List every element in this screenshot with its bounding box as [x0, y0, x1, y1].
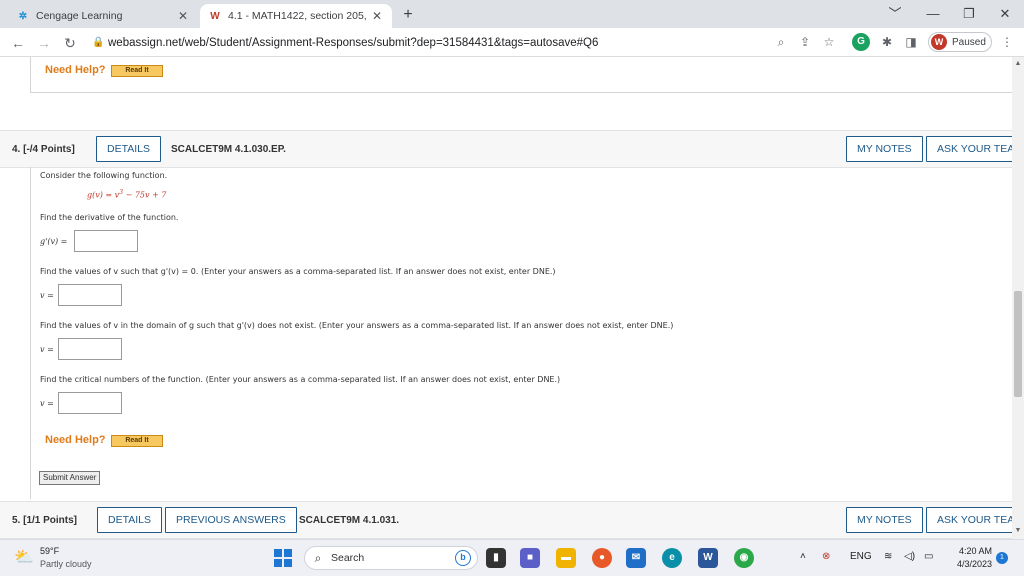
weather-temperature[interactable]: 59°F	[40, 546, 59, 556]
read-it-button[interactable]: Read It	[111, 65, 163, 77]
part4-instructions: Find the critical numbers of the functio…	[40, 375, 561, 384]
derivative-input[interactable]	[74, 230, 138, 252]
bing-icon[interactable]: b	[455, 550, 471, 566]
derivative-label: g'(v) =	[40, 237, 68, 246]
search-placeholder: Search	[331, 552, 365, 564]
part2-label: v =	[40, 291, 54, 300]
bookmark-star-icon[interactable]: ☆	[820, 33, 838, 51]
submit-answer-button[interactable]: Submit Answer	[39, 471, 101, 485]
close-icon[interactable]: ✕	[176, 9, 190, 23]
lock-icon: 🔒	[92, 37, 105, 48]
part3-label: v =	[40, 345, 54, 354]
tab-title: 4.1 - MATH1422, section 205, Sp	[228, 10, 370, 22]
browser-tab-strip: ✲ Cengage Learning ✕ W 4.1 - MATH1422, s…	[0, 0, 1024, 28]
extensions-icon[interactable]: ✱	[878, 33, 896, 51]
reload-icon[interactable]: ↻	[60, 33, 80, 53]
firefox-icon[interactable]: ●	[592, 548, 612, 568]
my-notes-button[interactable]: MY NOTES	[846, 507, 923, 533]
browser-toolbar: ← → ↻ 🔒 webassign.net/web/Student/Assign…	[0, 28, 1024, 57]
my-notes-button[interactable]: MY NOTES	[846, 136, 923, 162]
tab-title: Cengage Learning	[36, 10, 123, 22]
prompt-text: Consider the following function.	[40, 171, 168, 180]
need-help-label: Need Help?	[45, 64, 106, 76]
url-text: webassign.net/web/Student/Assignment-Res…	[108, 36, 599, 49]
details-button[interactable]: DETAILS	[97, 507, 162, 533]
volume-icon[interactable]: ◁)	[904, 551, 915, 562]
scroll-up-icon[interactable]: ▲	[1014, 60, 1022, 67]
scroll-thumb[interactable]	[1014, 291, 1022, 397]
find-derivative-text: Find the derivative of the function.	[40, 213, 179, 222]
task-view-icon[interactable]: ▮	[486, 548, 506, 568]
menu-kebab-icon[interactable]: ⋮	[998, 33, 1016, 51]
share-icon[interactable]: ⇪	[796, 33, 814, 51]
previous-answers-button[interactable]: PREVIOUS ANSWERS	[165, 507, 297, 533]
restore-button[interactable]: ❐	[954, 4, 984, 24]
question-code: SCALCET9M 4.1.031.	[299, 515, 400, 526]
mail-icon[interactable]: ✉	[626, 548, 646, 568]
zoom-icon[interactable]: ⌕	[772, 33, 790, 51]
chevron-up-icon[interactable]: ˄	[800, 551, 806, 562]
tab-webassign[interactable]: W 4.1 - MATH1422, section 205, Sp ✕	[200, 4, 392, 28]
new-tab-button[interactable]: +	[398, 5, 418, 25]
profile-button[interactable]: W Paused	[928, 32, 992, 52]
close-window-button[interactable]: ✕	[990, 4, 1020, 24]
question-code: SCALCET9M 4.1.030.EP.	[171, 144, 286, 155]
ask-your-teacher-button[interactable]: ASK YOUR TEAC	[926, 507, 1012, 533]
sidepanel-icon[interactable]: ◨	[902, 33, 920, 51]
weather-condition[interactable]: Partly cloudy	[40, 559, 92, 569]
page-scrollbar[interactable]: ▲ ▼	[1012, 57, 1024, 539]
windows-start-icon[interactable]	[274, 549, 292, 567]
previous-question-tail: Need Help? Read It	[30, 57, 1012, 93]
search-icon: ⌕	[314, 550, 322, 565]
taskbar-clock[interactable]: 4:20 AM 4/3/2023	[942, 545, 992, 571]
question-number: 5. [1/1 Points]	[12, 515, 78, 526]
function-expression: g(v) = v3 − 75v + 7	[87, 189, 167, 200]
language-indicator[interactable]: ENG	[850, 551, 872, 562]
clock-date: 4/3/2023	[956, 559, 992, 569]
question-4-header: 4. [-/4 Points] DETAILS SCALCET9M 4.1.03…	[0, 130, 1012, 168]
critical-zero-input[interactable]	[58, 284, 122, 306]
windows-taskbar: ⛅ 59°F Partly cloudy ⌕ Search b ▮ ■ ▬ ● …	[0, 539, 1024, 576]
question-5-header: 5. [1/1 Points] DETAILS PREVIOUS ANSWERS…	[0, 501, 1012, 539]
grammarly-icon[interactable]: G	[852, 33, 870, 51]
need-help-label: Need Help?	[45, 434, 106, 446]
edge-icon[interactable]: e	[662, 548, 682, 568]
word-icon[interactable]: W	[698, 548, 718, 568]
battery-icon[interactable]: ▭	[924, 551, 933, 562]
question-4-body: Consider the following function. g(v) = …	[30, 167, 1012, 499]
webassign-icon: W	[210, 10, 220, 22]
security-icon[interactable]: ⊗	[822, 551, 830, 562]
cengage-icon: ✲	[18, 10, 28, 22]
wifi-icon[interactable]: ≋	[884, 551, 892, 562]
page-content: Need Help? Read It 4. [-/4 Points] DETAI…	[0, 57, 1012, 539]
details-button[interactable]: DETAILS	[96, 136, 161, 162]
tab-cengage[interactable]: ✲ Cengage Learning ✕	[8, 4, 198, 28]
undefined-derivative-input[interactable]	[58, 338, 122, 360]
address-bar[interactable]: 🔒 webassign.net/web/Student/Assignment-R…	[84, 31, 844, 54]
notification-badge[interactable]: 1	[996, 552, 1008, 564]
back-arrow-icon[interactable]: ←	[8, 33, 28, 53]
taskbar-search[interactable]: ⌕ Search b	[304, 546, 478, 570]
minimize-button[interactable]: —	[918, 4, 948, 24]
clock-time: 4:20 AM	[958, 546, 992, 556]
part2-instructions: Find the values of v such that g'(v) = 0…	[40, 267, 556, 276]
profile-status: Paused	[952, 36, 986, 48]
ask-your-teacher-button[interactable]: ASK YOUR TEAC	[926, 136, 1012, 162]
question-number: 4. [-/4 Points]	[12, 144, 75, 155]
part3-instructions: Find the values of v in the domain of g …	[40, 321, 674, 330]
critical-numbers-input[interactable]	[58, 392, 122, 414]
avatar: W	[931, 34, 947, 50]
part4-label: v =	[40, 399, 54, 408]
scroll-down-icon[interactable]: ▼	[1014, 527, 1022, 534]
teams-icon[interactable]: ■	[520, 548, 540, 568]
chrome-icon[interactable]: ◉	[734, 548, 754, 568]
weather-icon[interactable]: ⛅	[14, 547, 34, 567]
file-explorer-icon[interactable]: ▬	[556, 548, 576, 568]
forward-arrow-icon[interactable]: →	[34, 33, 54, 53]
read-it-button[interactable]: Read It	[111, 435, 163, 447]
close-icon[interactable]: ✕	[370, 9, 384, 23]
tab-search-icon[interactable]: ﹀	[880, 4, 910, 24]
